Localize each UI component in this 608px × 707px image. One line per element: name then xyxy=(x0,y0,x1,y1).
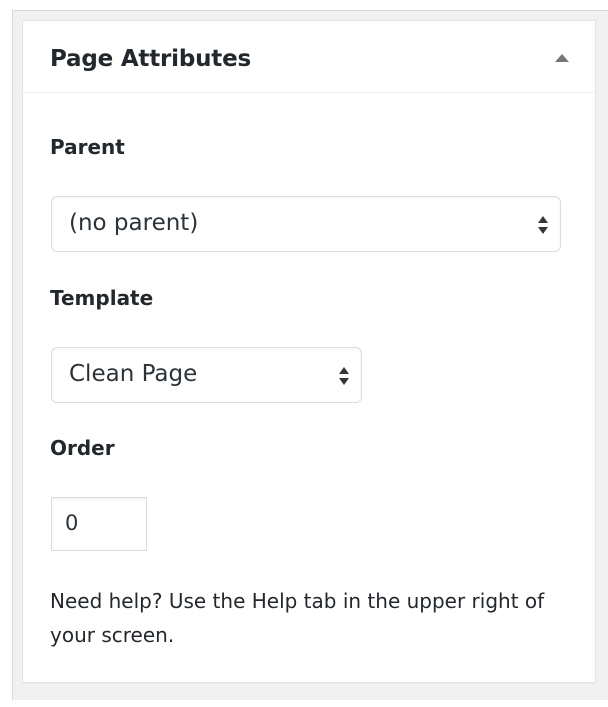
parent-label: Parent xyxy=(50,135,125,159)
metabox-title: Page Attributes xyxy=(50,46,251,72)
page-attributes-metabox: Page Attributes Parent (no parent) Templ… xyxy=(22,20,596,683)
order-input-value: 0 xyxy=(65,511,79,535)
select-updown-icon xyxy=(339,367,349,385)
order-input[interactable]: 0 xyxy=(51,497,147,551)
collapse-arrow-icon[interactable] xyxy=(555,54,569,62)
help-text: Need help? Use the Help tab in the upper… xyxy=(50,589,545,647)
parent-select-value: (no parent) xyxy=(69,210,199,236)
template-label: Template xyxy=(50,286,154,310)
parent-select[interactable]: (no parent) xyxy=(51,196,561,252)
select-updown-icon xyxy=(538,216,548,234)
metabox-header[interactable]: Page Attributes xyxy=(23,21,595,93)
order-label: Order xyxy=(50,436,115,460)
template-select[interactable]: Clean Page xyxy=(51,347,362,403)
template-select-value: Clean Page xyxy=(69,361,198,387)
